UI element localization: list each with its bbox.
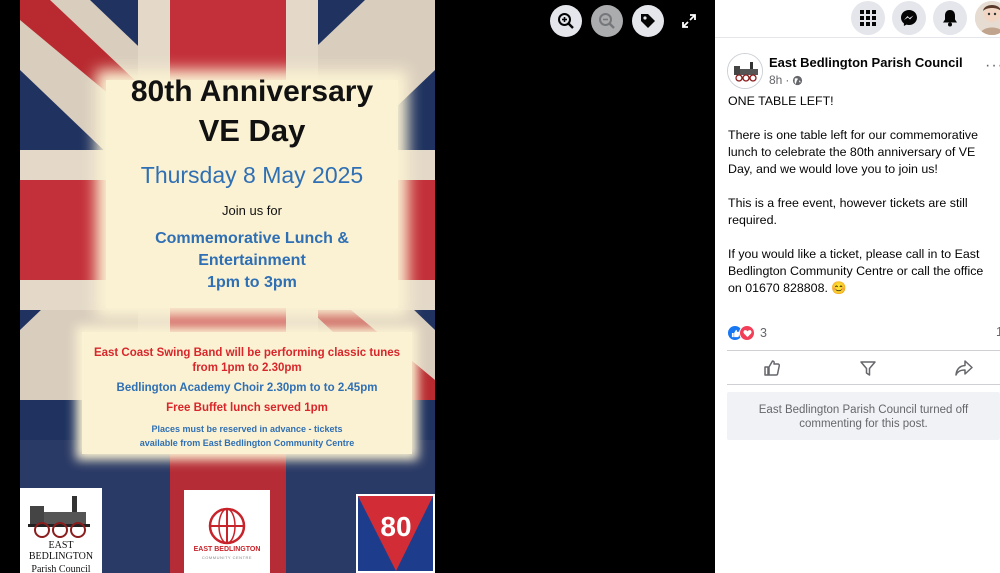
post-paragraph: There is one table left for our commemor… xyxy=(728,128,978,176)
parish-logo-line2: BEDLINGTON xyxy=(28,551,94,562)
globe-icon xyxy=(793,75,803,85)
post-paragraph: This is a free event, however tickets ar… xyxy=(728,196,968,227)
globe-emblem-icon xyxy=(208,507,246,545)
commenting-disabled-notice: East Bedlington Parish Council turned of… xyxy=(727,392,1000,440)
comment-icon xyxy=(860,361,876,376)
poster-band-line1: East Coast Swing Band will be performing… xyxy=(93,347,401,359)
poster-event-time: 1pm to 3pm xyxy=(207,274,297,291)
messenger-icon xyxy=(901,10,917,26)
profile-avatar-button[interactable] xyxy=(975,1,1000,35)
poster-title-line1: 80th Anniversary xyxy=(130,75,374,108)
parish-logo-line1: EAST xyxy=(48,540,74,551)
post-body: ONE TABLE LEFT! There is one table left … xyxy=(728,93,1000,314)
post-author-name[interactable]: East Bedlington Parish Council xyxy=(769,55,963,70)
event-poster: 80th Anniversary VE Day Thursday 8 May 2… xyxy=(20,0,435,573)
reactions-bar: 3 1 xyxy=(727,324,1000,342)
bell-icon xyxy=(943,10,957,27)
poster-places-line2: available from East Bedlington Community… xyxy=(139,438,355,448)
poster-event-line2: Entertainment xyxy=(198,252,306,269)
poster-main-panel: 80th Anniversary VE Day Thursday 8 May 2… xyxy=(106,75,398,308)
post-side-panel: East Bedlington Parish Council 8h · ··· … xyxy=(715,0,1000,573)
ve-day-80-logo: 80 xyxy=(356,494,435,573)
meta-separator: · xyxy=(785,73,790,87)
community-logo-line2: COMMUNITY CENTRE xyxy=(201,555,253,560)
parish-council-logo: EAST BEDLINGTON Parish Council xyxy=(20,488,102,573)
ve-80-emblem: 80 xyxy=(358,496,433,571)
comment-button[interactable] xyxy=(857,358,879,378)
like-icon xyxy=(764,360,781,376)
poster-event-details: Commemorative Lunch & Entertainment 1pm … xyxy=(106,228,398,294)
page-avatar[interactable] xyxy=(727,53,763,89)
fullscreen-button[interactable] xyxy=(678,10,700,32)
grid-menu-icon xyxy=(860,10,876,26)
post-options-button[interactable]: ··· xyxy=(985,57,1000,75)
poster-info-panel: East Coast Swing Band will be performing… xyxy=(82,332,412,454)
locomotive-avatar-icon xyxy=(728,54,762,88)
comment-count[interactable]: 1 xyxy=(996,325,1000,339)
poster-title-line2: VE Day xyxy=(198,113,306,148)
ve-80-text: 80 xyxy=(380,511,411,542)
share-icon xyxy=(955,360,973,376)
menu-button[interactable] xyxy=(851,1,885,35)
zoom-in-icon xyxy=(558,13,574,29)
zoom-in-button[interactable] xyxy=(550,5,582,37)
post-paragraph: ONE TABLE LEFT! xyxy=(728,94,834,108)
community-logo-line1: EAST BEDLINGTON xyxy=(193,546,261,553)
poster-booking-info: Places must be reserved in advance - tic… xyxy=(82,422,412,450)
post-paragraph: If you would like a ticket, please call … xyxy=(728,247,984,295)
like-button[interactable] xyxy=(761,358,783,378)
poster-band-line2: from 1pm to 2.30pm xyxy=(192,362,302,374)
poster-join-text: Join us for xyxy=(222,203,282,218)
community-centre-logo: EAST BEDLINGTON COMMUNITY CENTRE xyxy=(184,490,270,573)
parish-logo-line3: Parish Council xyxy=(31,564,91,573)
notifications-button[interactable] xyxy=(933,1,967,35)
post-actions-bar xyxy=(727,350,1000,385)
poster-choir-info: Bedlington Academy Choir 2.30pm to to 2.… xyxy=(116,382,378,394)
tag-photo-button[interactable] xyxy=(632,5,664,37)
poster-places-line1: Places must be reserved in advance - tic… xyxy=(151,424,343,434)
post-time[interactable]: 8h xyxy=(769,73,782,87)
zoom-out-button[interactable] xyxy=(591,5,623,37)
post-header: East Bedlington Parish Council 8h · ··· xyxy=(727,53,1000,89)
poster-date: Thursday 8 May 2025 xyxy=(140,162,364,188)
poster-buffet-info: Free Buffet lunch served 1pm xyxy=(166,402,328,414)
love-reaction-icon[interactable] xyxy=(739,325,755,341)
user-avatar-icon xyxy=(975,1,1000,35)
top-navigation-bar xyxy=(715,0,1000,38)
reaction-count[interactable]: 3 xyxy=(760,326,767,340)
photo-viewer: 80th Anniversary VE Day Thursday 8 May 2… xyxy=(0,0,715,573)
post-meta: 8h · xyxy=(769,73,803,87)
parish-logo-text: EAST BEDLINGTON xyxy=(20,540,102,562)
poster-band-info: East Coast Swing Band will be performing… xyxy=(82,346,412,376)
zoom-out-icon xyxy=(599,13,615,29)
tag-icon xyxy=(641,14,655,28)
poster-event-line1: Commemorative Lunch & xyxy=(155,230,349,247)
share-button[interactable] xyxy=(953,358,975,378)
messenger-button[interactable] xyxy=(892,1,926,35)
locomotive-icon xyxy=(28,496,90,538)
fullscreen-icon xyxy=(682,14,696,28)
